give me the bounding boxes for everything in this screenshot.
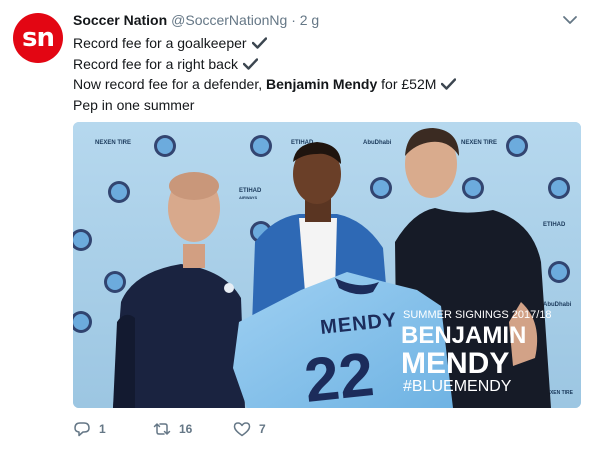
overlay-last-name: MENDY: [401, 347, 509, 380]
header-separator: ·: [291, 12, 296, 28]
sponsor-logo-text: ETIHAD: [239, 188, 262, 194]
tweet-card[interactable]: sn Soccer Nation @SoccerNationNg · 2 g Re…: [0, 0, 592, 449]
sponsor-logo-text: AbuDhabi: [543, 302, 572, 308]
tweet-bold-name: Benjamin Mendy: [266, 76, 378, 92]
tweet-line: Record fee for a right back: [73, 54, 456, 75]
overlay-hashtag: #BLUEMENDY: [403, 378, 512, 395]
overlay-first-name: BENJAMIN: [401, 322, 526, 349]
sponsor-logo-text: ETIHAD: [543, 222, 566, 228]
tweet-text: Record fee for a goalkeeper Record fee f…: [73, 33, 457, 116]
avatar[interactable]: sn: [13, 13, 63, 63]
heart-icon: [233, 422, 251, 437]
retweet-button[interactable]: 16: [153, 420, 233, 438]
tweet-line: Pep in one summer: [73, 95, 456, 116]
tweet-photo[interactable]: NEXEN TIRE ETIHAD AbuDhabi NEXEN TIRE ET…: [73, 122, 581, 408]
tweet-line: Now record fee for a defender, Benjamin …: [73, 74, 457, 95]
tweet-line-text: Pep in one summer: [73, 96, 195, 113]
tweet-line-text: Now record fee for a defender,: [73, 76, 266, 92]
sponsor-logo-text: NEXEN TIRE: [461, 140, 497, 146]
reply-icon: [74, 422, 90, 437]
retweet-icon: [153, 423, 171, 435]
tweet-header: Soccer Nation @SoccerNationNg · 2 g: [73, 12, 319, 28]
reply-count: 1: [99, 422, 106, 436]
check-mark-icon: [251, 37, 267, 49]
author-name[interactable]: Soccer Nation: [73, 12, 167, 28]
tweet-timestamp[interactable]: 2 g: [300, 12, 319, 28]
check-mark-icon: [242, 58, 258, 70]
sponsor-logo-text: AIRWAYS: [239, 195, 258, 200]
jersey-number: 22: [301, 340, 377, 408]
retweet-count: 16: [179, 422, 193, 436]
chevron-down-icon[interactable]: [562, 12, 578, 28]
like-count: 7: [259, 422, 266, 436]
tweet-line-text: Record fee for a goalkeeper: [73, 35, 247, 51]
sponsor-logo-text: NEXEN TIRE: [95, 140, 131, 146]
check-mark-icon: [441, 78, 457, 90]
tweet-line: Record fee for a goalkeeper: [73, 33, 456, 54]
tweet-actions: 1 16 7: [73, 418, 313, 440]
avatar-logo-text: sn: [22, 23, 55, 53]
tweet-line-text: Record fee for a right back: [73, 55, 238, 72]
author-handle[interactable]: @SoccerNationNg: [171, 12, 287, 28]
reply-button[interactable]: 1: [73, 420, 153, 438]
tweet-line-text: for £52M: [377, 76, 437, 92]
sponsor-logo-text: AbuDhabi: [363, 140, 392, 146]
like-button[interactable]: 7: [233, 420, 313, 438]
overlay-subtitle: SUMMER SIGNINGS 2017/18: [403, 309, 552, 321]
